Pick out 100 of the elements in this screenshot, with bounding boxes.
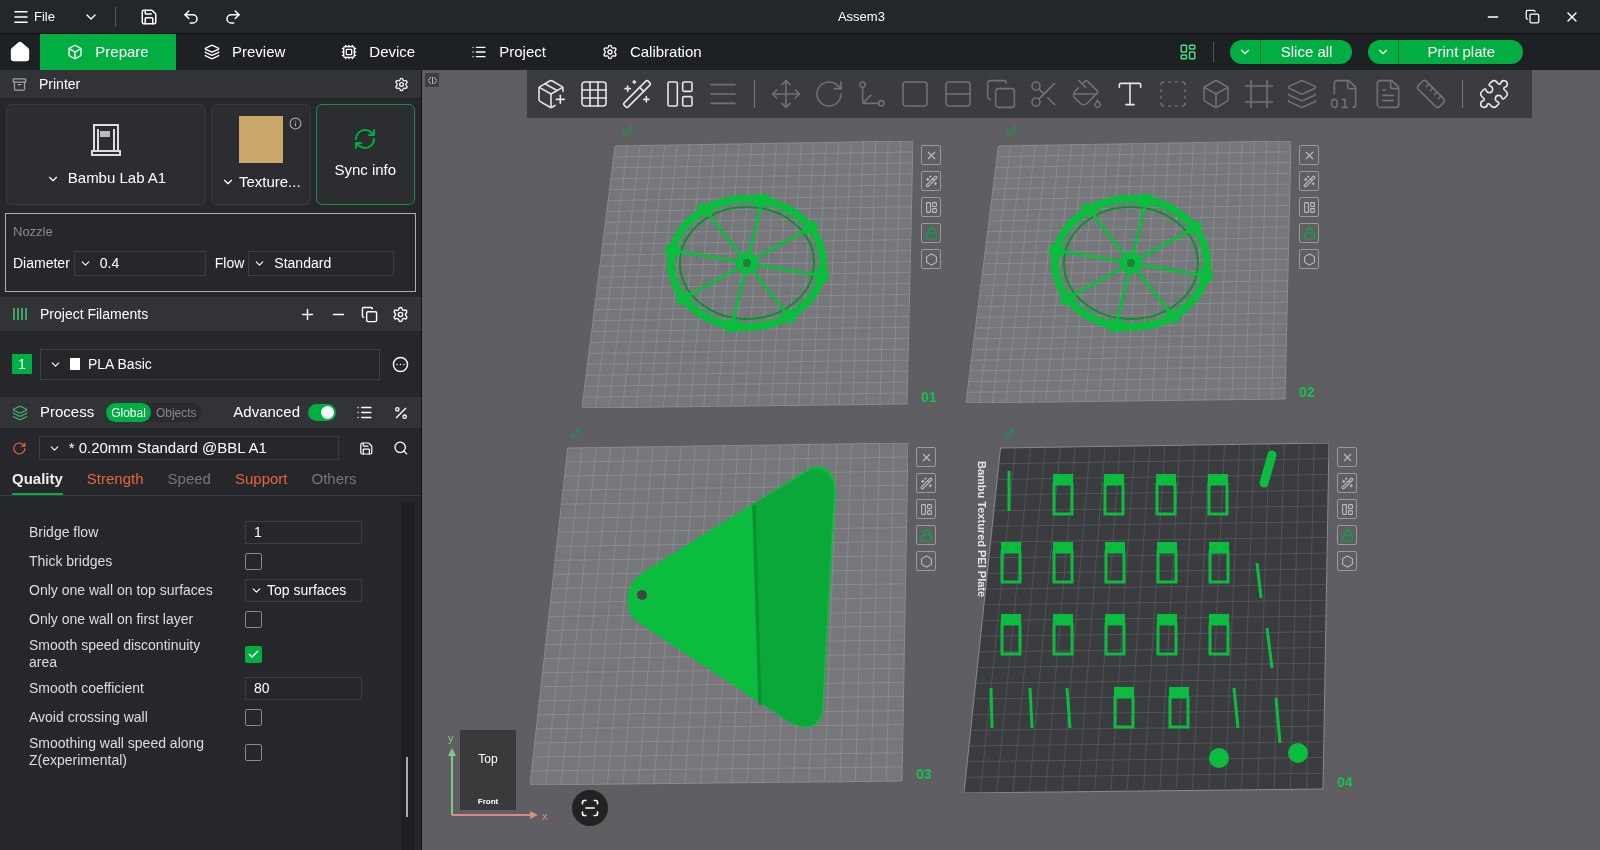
setting-label: Smooth coefficient [29,680,145,697]
checkbox[interactable] [245,645,262,663]
plate-tool-button[interactable] [1337,447,1357,467]
info-icon[interactable] [288,117,302,130]
field-label: Diameter [13,253,70,273]
file-menu-button[interactable]: File [12,6,55,27]
plate-card[interactable]: Texture... [211,104,311,205]
advanced-switch[interactable] [308,404,336,421]
settings-tab[interactable]: Quality [12,467,63,495]
cube-face-label: Top [478,751,498,768]
printer-card[interactable]: Bambu Lab A1 [6,104,206,205]
cube-face-label: Front [477,796,499,808]
layers-icon [204,44,220,60]
plate-tool-button[interactable] [916,473,936,493]
filament-select[interactable]: PLA Basic [39,348,381,380]
nav-tab[interactable]: Device [313,34,444,70]
plate-tool-button[interactable] [1299,197,1319,217]
more-icon[interactable] [392,355,409,373]
setting-label: Bridge flow [29,524,100,541]
plate-tool-button[interactable] [1299,249,1319,269]
plate-tool-button[interactable] [916,525,936,545]
home-icon[interactable] [9,41,31,63]
scope-toggle[interactable]: Objects [150,403,202,422]
checkbox[interactable] [245,709,262,726]
add-grid-icon[interactable] [578,78,610,110]
plate-tool-button[interactable] [1337,525,1357,545]
plate-tool-button[interactable] [921,145,941,165]
plate-tool-button[interactable] [1299,145,1319,165]
number-field[interactable]: 80 [245,677,362,700]
add-box-icon[interactable] [535,78,567,110]
plate-tool-button[interactable] [921,171,941,191]
nav-tab[interactable]: Calibration [573,34,730,70]
chip-icon [341,44,358,60]
setting-label: Only one wall on top surfaces [29,582,214,599]
edit-icon[interactable] [622,126,633,137]
nav-tab[interactable]: Project [443,34,574,70]
search-icon[interactable] [393,440,409,456]
checkbox[interactable] [245,743,262,761]
collapse-icon [427,76,437,84]
nav-tab[interactable]: Preview [176,34,314,70]
preset-select[interactable]: * 0.20mm Standard @BBL A1 [38,436,339,460]
layout-icon[interactable] [664,78,696,110]
settings-icon[interactable] [392,305,409,323]
plate-tool-button[interactable] [1299,223,1319,243]
axis-label: y [448,731,454,746]
view-cube[interactable]: Top Front [460,730,516,810]
settings-icon [919,554,933,568]
layers-icon [12,404,28,421]
setting-label: Smoothing wall speed along Z(experimental) [29,735,206,769]
layout-icon [919,502,933,516]
plate-number: 01 [921,388,938,407]
section-title: Project Filaments [40,304,149,324]
section-title: Process [40,402,95,423]
save-icon[interactable] [358,440,374,456]
setting-label: Thick bridges [29,553,114,570]
plate-tool-button[interactable] [921,197,941,217]
plate-tool-button[interactable] [1299,171,1319,191]
plate-tool-button[interactable] [1337,473,1357,493]
settings-icon [1302,252,1316,266]
list-icon[interactable] [356,404,373,421]
section-title: Printer [39,74,81,94]
settings-icon [1340,554,1354,568]
number-field[interactable]: 1 [245,521,362,544]
plate-thumbnail [238,115,283,163]
field-label: Flow [214,253,245,273]
redo-icon[interactable] [223,7,242,26]
reset-icon[interactable] [12,440,27,456]
plate-tool-button[interactable] [921,249,941,269]
plate-tool-button[interactable] [1337,499,1357,519]
cube-icon [67,44,84,60]
checkbox[interactable] [245,553,262,570]
settings-tab[interactable]: Strength [86,467,144,495]
puzzle-icon[interactable] [1478,78,1510,110]
plate-tool-button[interactable] [916,447,936,467]
undo-icon[interactable] [181,7,200,26]
filament-index: 1 [12,354,32,374]
settings-tab[interactable]: Support [234,467,288,495]
save-icon[interactable] [139,7,158,26]
setting-select[interactable]: Top surfaces [245,579,362,602]
diameter-select[interactable]: 0.4 [73,250,206,276]
plate-tool-button[interactable] [916,499,936,519]
collapse-handle[interactable] [425,73,439,87]
lock-icon [924,226,938,240]
settings-icon [924,252,938,266]
plate-tool-button[interactable] [916,551,936,571]
restore-icon[interactable] [1525,9,1540,24]
plate-tool-button[interactable] [1337,551,1357,571]
edit-icon[interactable] [1006,126,1017,137]
plate-number: 04 [1337,773,1354,792]
sync-info-button[interactable]: Sync info [315,104,415,205]
advanced-label: Advanced [233,402,300,423]
wand-icon[interactable] [621,78,653,110]
flow-select[interactable]: Standard [248,250,395,276]
plate-tool-button[interactable] [921,223,941,243]
checkbox[interactable] [245,611,262,628]
camera-button[interactable] [572,790,608,826]
settings-icon[interactable] [394,76,409,92]
edit-icon[interactable] [1004,428,1015,439]
edit-icon[interactable] [570,428,581,439]
layout-icon[interactable] [1178,43,1197,61]
